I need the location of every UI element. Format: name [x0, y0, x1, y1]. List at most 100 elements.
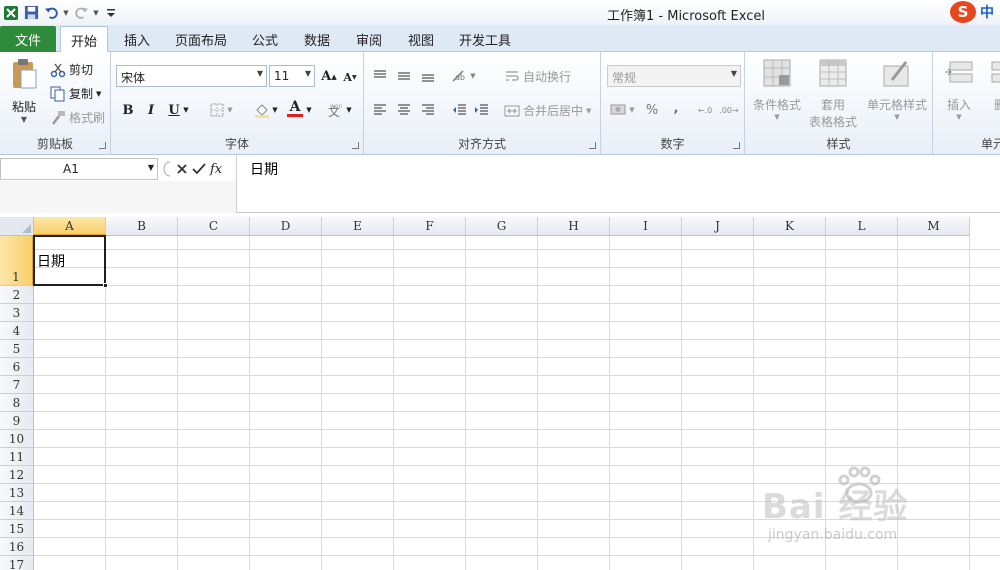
column-header-e[interactable]: E — [322, 217, 394, 236]
row-header-14[interactable]: 14 — [0, 502, 34, 520]
tab-data[interactable]: 数据 — [295, 26, 339, 52]
fill-color-icon[interactable] — [252, 100, 272, 120]
tab-developer[interactable]: 开发工具 — [452, 26, 518, 52]
decrease-indent-icon[interactable] — [450, 100, 470, 120]
fill-handle[interactable] — [103, 283, 108, 288]
align-bottom-icon[interactable] — [418, 66, 438, 86]
increase-indent-icon[interactable] — [472, 100, 492, 120]
font-color-button[interactable]: A — [285, 98, 305, 118]
column-header-l[interactable]: L — [826, 217, 898, 236]
grow-font-icon[interactable]: A ▲ — [319, 66, 339, 86]
insert-cells-button[interactable]: 插入 ▼ — [939, 58, 979, 121]
clipboard-launcher-icon[interactable] — [99, 142, 106, 149]
customize-toolbar-icon[interactable] — [102, 4, 120, 22]
bold-button[interactable]: B — [118, 100, 138, 120]
row-header-16[interactable]: 16 — [0, 538, 34, 556]
row-header-15[interactable]: 15 — [0, 520, 34, 538]
cell-area[interactable] — [34, 236, 1000, 570]
format-painter-button[interactable]: 格式刷 — [50, 109, 105, 126]
shrink-font-icon[interactable]: A ▼ — [340, 67, 360, 87]
row-header-3[interactable]: 3 — [0, 304, 34, 322]
number-launcher-icon[interactable] — [733, 142, 740, 149]
accounting-format-icon[interactable] — [609, 100, 629, 120]
column-header-b[interactable]: B — [106, 217, 178, 236]
merge-center-button[interactable]: 合并后居中 ▼ — [504, 102, 591, 119]
cell-a1[interactable]: 日期 — [37, 251, 65, 271]
name-box[interactable]: A1 ▼ — [0, 158, 158, 180]
number-format-combo[interactable]: 常规 ▼ — [607, 65, 741, 87]
tab-insert[interactable]: 插入 — [114, 26, 160, 52]
confirm-entry-icon[interactable] — [192, 163, 206, 175]
align-right-icon[interactable] — [418, 100, 438, 120]
tab-file[interactable]: 文件 — [0, 26, 56, 52]
italic-button[interactable]: I — [141, 100, 161, 120]
name-box-dropdown-icon[interactable]: ▼ — [148, 163, 154, 172]
font-name-dropdown-icon[interactable]: ▼ — [257, 69, 263, 78]
alignment-launcher-icon[interactable] — [589, 142, 596, 149]
tab-formulas[interactable]: 公式 — [243, 26, 287, 52]
paste-dropdown-icon[interactable]: ▼ — [21, 115, 27, 124]
undo-dropdown-icon[interactable]: ▼ — [62, 9, 70, 17]
format-as-table-button[interactable]: 套用 表格格式 — [803, 58, 863, 130]
row-header-2[interactable]: 2 — [0, 286, 34, 304]
formula-input[interactable]: 日期 — [250, 159, 278, 179]
copy-dropdown-icon[interactable]: ▼ — [96, 90, 101, 98]
accounting-dropdown-icon[interactable]: ▼ — [627, 100, 637, 120]
column-header-g[interactable]: G — [466, 217, 538, 236]
underline-dropdown-icon[interactable]: ▼ — [181, 100, 191, 120]
align-top-icon[interactable] — [370, 66, 390, 86]
row-header-12[interactable]: 12 — [0, 466, 34, 484]
align-center-icon[interactable] — [394, 100, 414, 120]
column-header-i[interactable]: I — [610, 217, 682, 236]
font-size-dropdown-icon[interactable]: ▼ — [305, 69, 311, 78]
row-header-5[interactable]: 5 — [0, 340, 34, 358]
conditional-formatting-button[interactable]: 条件格式 ▼ — [749, 58, 805, 121]
fill-color-dropdown-icon[interactable]: ▼ — [270, 100, 280, 120]
row-header-9[interactable]: 9 — [0, 412, 34, 430]
row-header-11[interactable]: 11 — [0, 448, 34, 466]
worksheet-grid[interactable]: ABCDEFGHIJKLM 1 2 3 4 5 6 7 8 9 10 11 12 13 14 15 16 17 … — [0, 217, 1000, 570]
ime-indicator[interactable]: S 中 — [950, 1, 994, 23]
borders-dropdown-icon[interactable]: ▼ — [225, 100, 235, 120]
excel-app-icon[interactable] — [2, 4, 20, 22]
tab-review[interactable]: 审阅 — [347, 26, 391, 52]
formula-bar-splitter-icon[interactable] — [162, 160, 172, 178]
column-header-d[interactable]: D — [250, 217, 322, 236]
redo-dropdown-icon[interactable]: ▼ — [92, 9, 100, 17]
borders-icon[interactable] — [207, 100, 227, 120]
font-color-dropdown-icon[interactable]: ▼ — [304, 100, 314, 120]
orientation-dropdown-icon[interactable]: ▼ — [468, 66, 478, 86]
cut-button[interactable]: 剪切 — [50, 61, 93, 78]
align-middle-icon[interactable] — [394, 66, 414, 86]
column-header-c[interactable]: C — [178, 217, 250, 236]
save-icon[interactable] — [22, 4, 40, 22]
column-header-h[interactable]: H — [538, 217, 610, 236]
row-header-7[interactable]: 7 — [0, 376, 34, 394]
row-header-10[interactable]: 10 — [0, 430, 34, 448]
phonetic-dropdown-icon[interactable]: ▼ — [344, 100, 354, 120]
orientation-icon[interactable]: ab — [450, 66, 470, 86]
tab-view[interactable]: 视图 — [399, 26, 443, 52]
undo-icon[interactable] — [42, 4, 60, 22]
increase-decimal-icon[interactable]: ←.0 — [695, 100, 715, 120]
ime-mode-label[interactable]: 中 — [980, 2, 994, 22]
paste-button[interactable]: 粘贴 ▼ — [6, 58, 42, 124]
column-header-a[interactable]: A — [34, 217, 106, 236]
tab-home[interactable]: 开始 — [60, 26, 108, 53]
copy-button[interactable]: 复制 ▼ — [50, 85, 101, 102]
font-launcher-icon[interactable] — [352, 142, 359, 149]
wrap-text-button[interactable]: 自动换行 — [504, 68, 571, 85]
merge-dropdown-icon[interactable]: ▼ — [586, 107, 591, 115]
cancel-entry-icon[interactable] — [176, 163, 188, 175]
percent-button[interactable]: % — [642, 100, 662, 120]
cell-styles-button[interactable]: 单元格样式 ▼ — [863, 58, 931, 121]
conditional-dropdown-icon[interactable]: ▼ — [774, 113, 779, 121]
font-size-combo[interactable]: 11 ▼ — [269, 65, 315, 87]
delete-cells-button[interactable]: 删 — [985, 58, 1000, 113]
row-header-6[interactable]: 6 — [0, 358, 34, 376]
row-header-1[interactable]: 1 — [0, 236, 34, 286]
font-name-combo[interactable]: 宋体 ▼ — [116, 65, 267, 87]
redo-icon[interactable] — [72, 4, 90, 22]
row-header-17[interactable]: 17 — [0, 556, 34, 570]
sogou-ime-icon[interactable]: S — [950, 1, 976, 23]
